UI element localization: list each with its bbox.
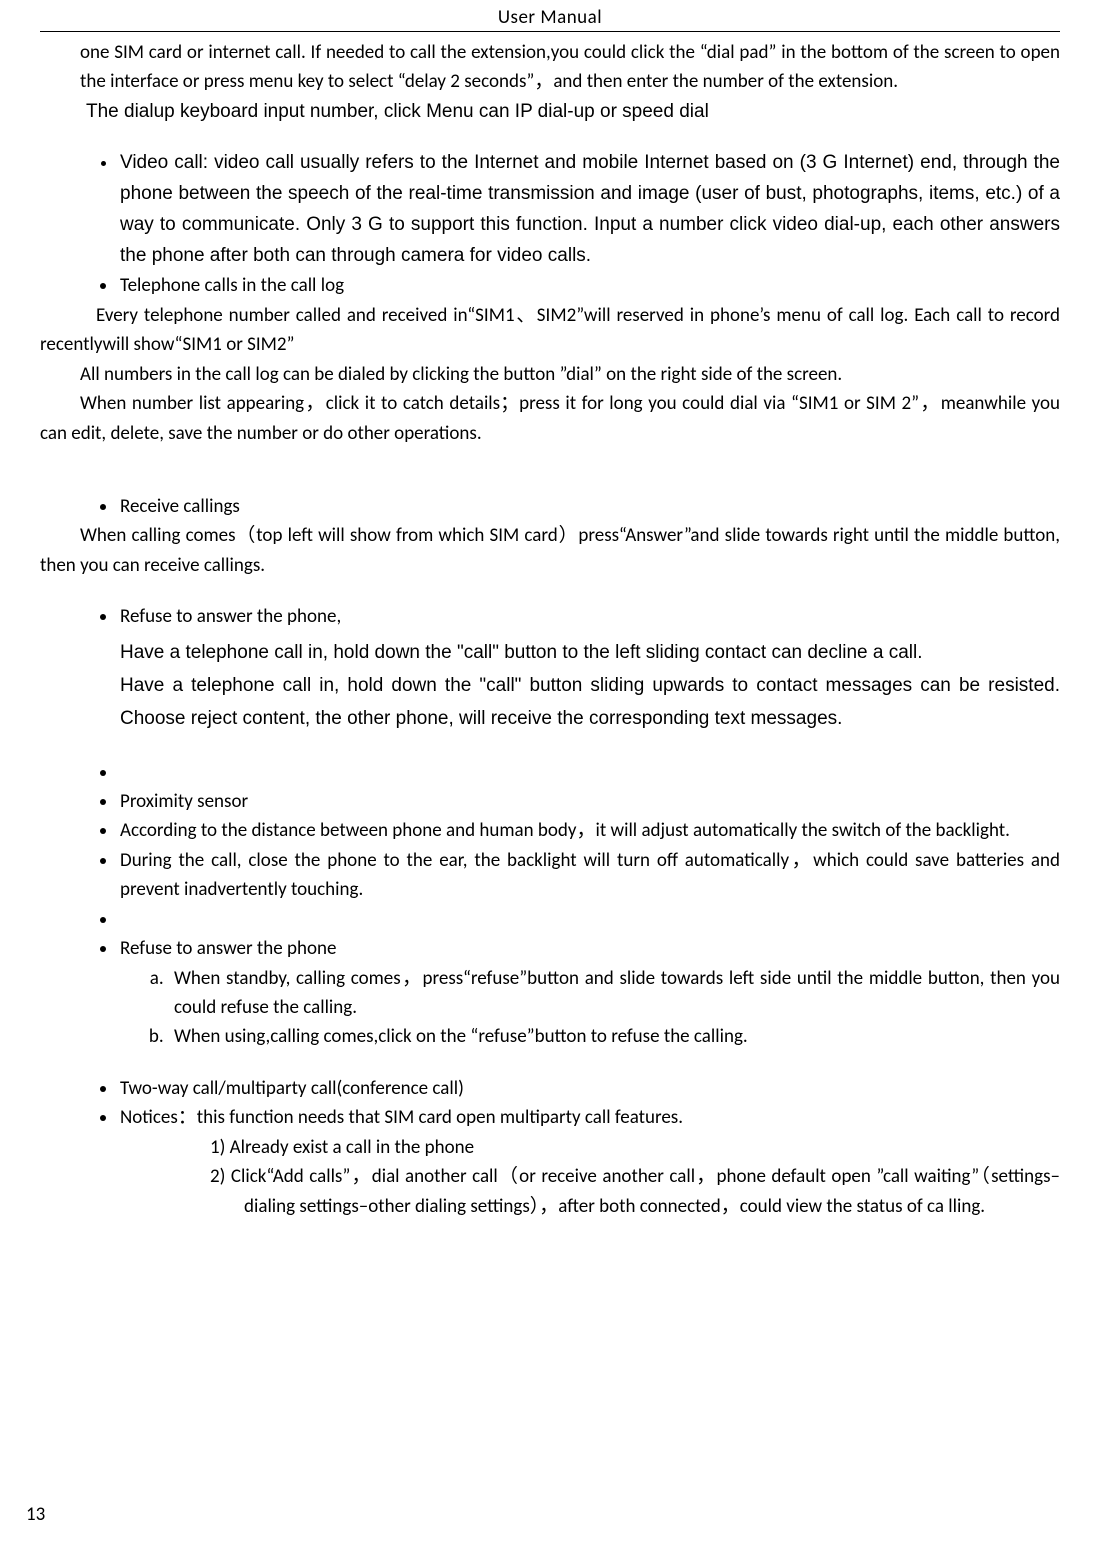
refuse1-p1: Have a telephone call in, hold down the … bbox=[120, 636, 1060, 669]
refuse1-p2: Have a telephone call in, hold down the … bbox=[120, 669, 1060, 736]
page-header: User Manual bbox=[40, 0, 1060, 31]
bullet-empty-2 bbox=[118, 905, 1060, 934]
bullet-call-log: Telephone calls in the call log bbox=[118, 271, 1060, 300]
header-title: User Manual bbox=[498, 6, 602, 29]
bullet-proximity-p2: During the call, close the phone to the … bbox=[118, 846, 1060, 905]
bullet-proximity: Proximity sensor bbox=[118, 787, 1060, 816]
bullet-receive: Receive callings bbox=[118, 492, 1060, 521]
bullet-refuse1-title: Refuse to answer the phone, Have a telep… bbox=[118, 602, 1060, 735]
receive-p1-text: When calling comes（top left will show fr… bbox=[40, 524, 1060, 576]
bullet-twoway-title: Two-way call/multiparty call(conference … bbox=[118, 1074, 1060, 1103]
bullets-1: Video call: video call usually refers to… bbox=[40, 148, 1060, 301]
receive-p1: When calling comes（top left will show fr… bbox=[40, 521, 1060, 580]
calllog-p2: All numbers in the call log can be diale… bbox=[40, 360, 1060, 389]
page: User Manual one SIM card or internet cal… bbox=[0, 0, 1100, 1552]
intro-p1: one SIM card or internet call. If needed… bbox=[40, 38, 1060, 97]
twoway-steps: 1) Already exist a call in the phone 2) … bbox=[40, 1133, 1060, 1221]
bullets-receive: Receive callings bbox=[40, 492, 1060, 521]
calllog-p1-text: Every telephone number called and receiv… bbox=[40, 304, 1060, 356]
refuse1-title-text: Refuse to answer the phone, bbox=[120, 605, 341, 628]
calllog-p1: Every telephone number called and receiv… bbox=[40, 301, 1060, 360]
calllog-p3: When number list appearing，click it to c… bbox=[40, 389, 1060, 448]
bullet-empty-1 bbox=[118, 758, 1060, 787]
calllog-p3-text: When number list appearing，click it to c… bbox=[40, 392, 1060, 444]
twoway-step-2: 2) Click“Add calls”，dial another call（or… bbox=[244, 1162, 1060, 1221]
page-number: 13 bbox=[26, 1503, 45, 1526]
intro-p2: The dialup keyboard input number, click … bbox=[40, 97, 1060, 126]
bullet-refuse2-title: Refuse to answer the phone bbox=[118, 934, 1060, 963]
bullet-video-call: Video call: video call usually refers to… bbox=[118, 148, 1060, 271]
refuse2-a: When standby, calling comes，press“refuse… bbox=[168, 964, 1060, 1023]
bullet-twoway-notices: Notices：this function needs that SIM car… bbox=[118, 1103, 1060, 1132]
bullet-proximity-p1: According to the distance between phone … bbox=[118, 816, 1060, 845]
body: one SIM card or internet call. If needed… bbox=[40, 32, 1060, 1221]
bullets-refuse1: Refuse to answer the phone, Have a telep… bbox=[40, 602, 1060, 735]
bullets-empty-prox: Proximity sensor According to the distan… bbox=[40, 758, 1060, 964]
refuse2-sublist: When standby, calling comes，press“refuse… bbox=[40, 964, 1060, 1052]
refuse2-b: When using,calling comes,click on the “r… bbox=[168, 1022, 1060, 1051]
twoway-step-1: 1) Already exist a call in the phone bbox=[244, 1133, 1060, 1162]
bullets-twoway: Two-way call/multiparty call(conference … bbox=[40, 1074, 1060, 1133]
